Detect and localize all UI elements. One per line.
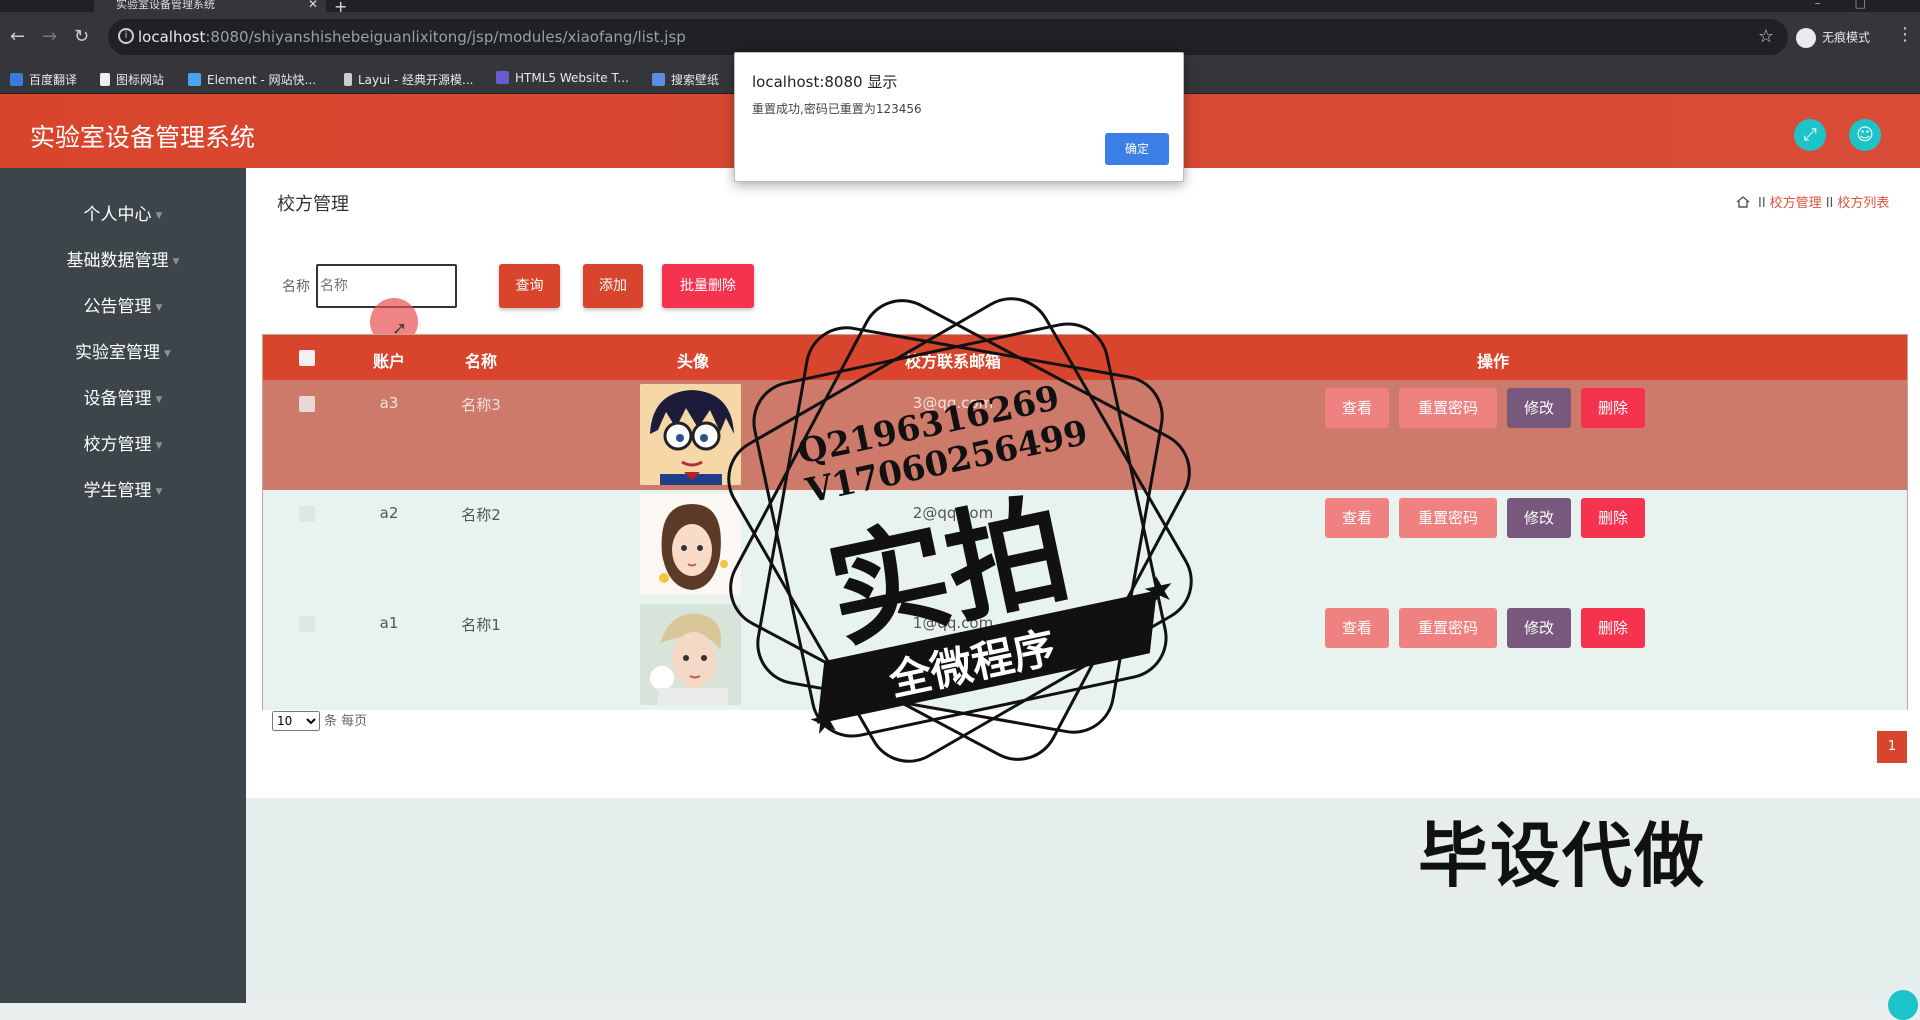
reset-password-button[interactable]: 重置密码 [1399, 608, 1497, 648]
browser-tab[interactable]: 实验室设备管理系统 ✕ [94, 0, 326, 12]
watermark-bottom-text: 毕设代做 [1418, 815, 1706, 897]
fullscreen-icon[interactable]: ⤢ [1794, 119, 1826, 151]
sidebar-item-basic-data[interactable]: 基础数据管理 ▼ [0, 246, 246, 271]
breadcrumb: II 校方管理 II 校方列表 [1736, 192, 1889, 211]
edit-button[interactable]: 修改 [1507, 388, 1571, 428]
sidebar-item-notices[interactable]: 公告管理 ▼ [0, 292, 246, 317]
delete-button[interactable]: 删除 [1581, 608, 1645, 648]
view-button[interactable]: 查看 [1325, 498, 1389, 538]
name-label: 名称 [282, 279, 310, 295]
bookmark-star-icon[interactable]: ☆ [1758, 26, 1774, 47]
edit-button[interactable]: 修改 [1507, 608, 1571, 648]
reset-password-button[interactable]: 重置密码 [1399, 388, 1497, 428]
browser-menu-icon[interactable]: ⋮ [1896, 24, 1914, 45]
account-cell: a3 [379, 394, 399, 412]
chevron-down-icon: ▼ [172, 257, 180, 267]
column-header-actions: 操作 [1476, 352, 1509, 371]
alert-title: localhost:8080 显示 [752, 73, 898, 91]
breadcrumb-item: 校方列表 [1837, 196, 1890, 211]
delete-button[interactable]: 删除 [1581, 498, 1645, 538]
forward-icon[interactable]: → [42, 26, 57, 47]
bookmark-item[interactable]: Element - 网站快... [188, 71, 316, 88]
page-size-control: 10 条 每页 [272, 710, 367, 731]
name-cell: 名称2 [461, 506, 501, 524]
account-cell: a1 [379, 614, 399, 632]
edit-button[interactable]: 修改 [1507, 498, 1571, 538]
alert-ok-button[interactable]: 确定 [1105, 133, 1169, 165]
reload-icon[interactable]: ↻ [74, 26, 89, 47]
element-icon [188, 73, 201, 86]
reset-password-button[interactable]: 重置密码 [1399, 498, 1497, 538]
row-checkbox[interactable] [299, 506, 315, 522]
page-number-button[interactable]: 1 [1877, 731, 1907, 763]
sidebar-item-labs[interactable]: 实验室管理 ▼ [0, 338, 246, 363]
sidebar: 个人中心 ▼ 基础数据管理 ▼ 公告管理 ▼ 实验室管理 ▼ 设备管理 ▼ 校方管理 ▼ 学… [0, 168, 246, 1003]
flag-icon [100, 73, 110, 86]
incognito-icon [1796, 28, 1816, 48]
name-cell: 名称3 [461, 396, 501, 414]
browser-tab-strip: 实验室设备管理系统 ✕ + –□ [0, 0, 1920, 16]
html5-icon [496, 71, 509, 84]
chevron-down-icon: ▼ [155, 395, 163, 405]
chevron-down-icon: ▼ [155, 211, 163, 221]
tab-title: 实验室设备管理系统 [116, 0, 215, 11]
bookmark-item[interactable]: 百度翻译 [10, 71, 77, 88]
url-field[interactable]: i localhost:8080/shiyanshishebeiguanlixi… [108, 19, 1788, 55]
query-button[interactable]: 查询 [499, 264, 560, 308]
sidebar-item-equipment[interactable]: 设备管理 ▼ [0, 384, 246, 409]
chevron-down-icon: ▼ [155, 441, 163, 451]
page-size-select[interactable]: 10 [272, 711, 320, 731]
delete-button[interactable]: 删除 [1581, 388, 1645, 428]
app-title: 实验室设备管理系统 [30, 123, 256, 152]
alert-dialog: localhost:8080 显示 重置成功,密码已重置为123456 确定 [734, 52, 1184, 182]
bookmark-item[interactable]: 图标网站 [100, 71, 164, 88]
row-checkbox[interactable] [299, 396, 315, 412]
user-icon[interactable]: ☺ [1849, 119, 1881, 151]
floating-action-icon[interactable] [1888, 990, 1918, 1020]
sidebar-item-students[interactable]: 学生管理 ▼ [0, 476, 246, 501]
url-text: localhost:8080/shiyanshishebeiguanlixito… [138, 28, 686, 46]
name-cell: 名称1 [461, 616, 501, 634]
column-header-name: 名称 [464, 352, 497, 371]
column-header-account: 账户 [372, 352, 405, 371]
bookmark-item[interactable]: 搜索壁纸 [652, 71, 719, 88]
account-cell: a2 [379, 504, 399, 522]
incognito-indicator[interactable]: 无痕模式 [1796, 28, 1870, 48]
sidebar-item-school[interactable]: 校方管理 ▼ [0, 430, 246, 455]
chevron-down-icon: ▼ [164, 349, 171, 359]
chevron-down-icon: ▼ [155, 487, 163, 497]
alert-message: 重置成功,密码已重置为123456 [752, 102, 922, 116]
home-icon[interactable] [1736, 196, 1750, 208]
add-button[interactable]: 添加 [583, 264, 643, 308]
view-button[interactable]: 查看 [1325, 608, 1389, 648]
window-controls[interactable]: –□ [1815, 0, 1900, 10]
wallpaper-icon [652, 73, 665, 86]
per-page-label: 条 每页 [324, 714, 368, 729]
bookmark-item[interactable]: HTML5 Website T... [496, 71, 629, 85]
page-title: 校方管理 [277, 194, 349, 215]
view-button[interactable]: 查看 [1325, 388, 1389, 428]
breadcrumb-item[interactable]: 校方管理 [1770, 196, 1822, 211]
row-checkbox[interactable] [299, 616, 315, 632]
select-all-checkbox[interactable] [299, 350, 315, 366]
translate-icon [10, 73, 23, 86]
sidebar-item-personal-center[interactable]: 个人中心 ▼ [0, 200, 246, 225]
site-info-icon[interactable]: i [118, 28, 134, 44]
close-tab-icon[interactable]: ✕ [308, 0, 318, 10]
layui-icon [344, 73, 352, 86]
watermark-stamp: Q2196316269 V17060256499 实拍 全微程序 ★ ★ [727, 297, 1193, 763]
bookmark-item[interactable]: Layui - 经典开源模... [344, 71, 473, 88]
back-icon[interactable]: ← [10, 26, 25, 47]
chevron-down-icon: ▼ [155, 303, 163, 313]
